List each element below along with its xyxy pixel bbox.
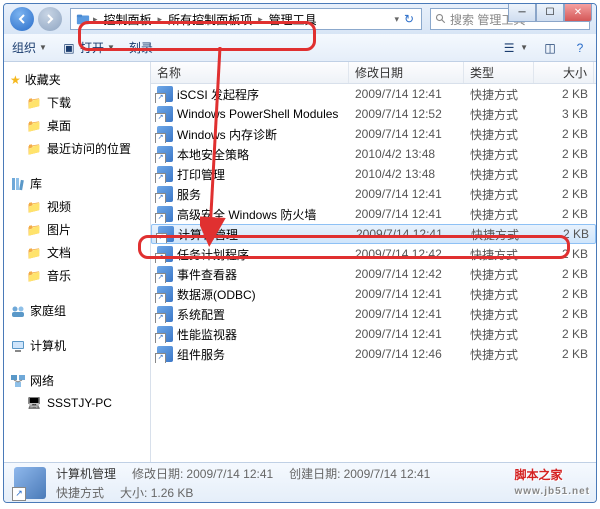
sidebar-item[interactable]: 📁视频 [8,195,146,218]
breadcrumb-item[interactable]: 管理工具 [265,10,321,29]
file-row[interactable]: 本地安全策略2010/4/2 13:48快捷方式2 KB [151,144,596,164]
watermark: 脚本之家www.jb51.net [514,456,590,497]
column-name[interactable]: 名称 [151,62,349,83]
column-date[interactable]: 修改日期 [349,62,464,83]
shortcut-icon [157,286,173,302]
libraries-header[interactable]: 库 [8,172,146,195]
window-controls: ─ ☐ ✕ [508,4,592,22]
column-headers: 名称 修改日期 类型 大小 [151,62,596,84]
view-icon: ☰ [501,40,517,56]
close-button[interactable]: ✕ [564,4,592,22]
shortcut-icon [157,186,173,202]
column-type[interactable]: 类型 [464,62,534,83]
shortcut-icon [157,146,173,162]
open-button[interactable]: ▣打开▼ [61,39,115,56]
sidebar-item[interactable]: 📁音乐 [8,264,146,287]
preview-icon: ◫ [542,40,558,56]
view-button[interactable]: ☰▼ [501,40,528,56]
file-row[interactable]: 系统配置2009/7/14 12:41快捷方式2 KB [151,304,596,324]
address-bar[interactable]: ▸ 控制面板 ▸ 所有控制面板项 ▸ 管理工具 ▾ ↻ [70,8,422,30]
selected-name: 计算机管理 [56,465,116,482]
sidebar-item[interactable]: 🖥SSSTJY-PC [8,392,146,414]
shortcut-icon [157,346,173,362]
chevron-down-icon[interactable]: ▾ [394,14,399,25]
sidebar-item[interactable]: 📁下载 [8,91,146,114]
folder-icon: 📁 [26,222,42,238]
file-row[interactable]: 性能监视器2009/7/14 12:41快捷方式2 KB [151,324,596,344]
shortcut-icon [157,126,173,142]
folder-icon: 📁 [26,141,42,157]
shortcut-icon [157,246,173,262]
folder-icon: 📁 [26,245,42,261]
shortcut-icon [157,206,173,222]
help-icon: ? [572,40,588,56]
help-button[interactable]: ? [572,40,588,56]
chevron-right-icon: ▸ [258,14,263,25]
file-row[interactable]: Windows PowerShell Modules2009/7/14 12:5… [151,104,596,124]
folder-icon: 📁 [26,118,42,134]
file-row[interactable]: 高级安全 Windows 防火墙2009/7/14 12:41快捷方式2 KB [151,204,596,224]
computer-icon [10,338,26,354]
navigation-pane: ★收藏夹 📁下载📁桌面📁最近访问的位置 库 📁视频📁图片📁文档📁音乐 家庭组 计… [4,62,151,462]
file-list[interactable]: iSCSI 发起程序2009/7/14 12:41快捷方式2 KBWindows… [151,84,596,462]
shortcut-icon [157,326,173,342]
maximize-button[interactable]: ☐ [536,4,564,22]
forward-button[interactable] [38,7,62,31]
shortcut-icon [157,106,173,122]
content-pane: 名称 修改日期 类型 大小 iSCSI 发起程序2009/7/14 12:41快… [151,62,596,462]
breadcrumb-item[interactable]: 所有控制面板项 [164,10,256,29]
details-pane: 计算机管理 修改日期: 2009/7/14 12:41 创建日期: 2009/7… [4,462,596,502]
favorites-header[interactable]: ★收藏夹 [8,68,146,91]
explorer-window: ▸ 控制面板 ▸ 所有控制面板项 ▸ 管理工具 ▾ ↻ 搜索 管理工具 ─ ☐ … [3,3,597,503]
folder-icon: 📁 [26,199,42,215]
titlebar: ▸ 控制面板 ▸ 所有控制面板项 ▸ 管理工具 ▾ ↻ 搜索 管理工具 ─ ☐ … [4,4,596,34]
shortcut-icon [157,306,173,322]
homegroup-icon [10,303,26,319]
open-icon: ▣ [61,40,77,56]
folder-icon: 📁 [26,268,42,284]
shortcut-icon [157,266,173,282]
shortcut-icon [158,226,174,242]
computer-header[interactable]: 计算机 [8,334,146,357]
folder-icon [75,11,91,27]
file-row[interactable]: 打印管理2010/4/2 13:48快捷方式2 KB [151,164,596,184]
chevron-right-icon: ▸ [158,14,163,25]
breadcrumb-item[interactable]: 控制面板 [100,10,156,29]
sidebar-item[interactable]: 📁最近访问的位置 [8,137,146,160]
file-row[interactable]: 组件服务2009/7/14 12:46快捷方式2 KB [151,344,596,364]
star-icon: ★ [10,73,21,87]
file-row[interactable]: 任务计划程序2009/7/14 12:42快捷方式2 KB [151,244,596,264]
preview-button[interactable]: ◫ [542,40,558,56]
file-row[interactable]: 计算机管理2009/7/14 12:41快捷方式2 KB [151,224,596,244]
back-button[interactable] [10,7,34,31]
shortcut-icon [157,166,173,182]
network-icon [10,373,26,389]
sidebar-item[interactable]: 📁桌面 [8,114,146,137]
folder-icon: 📁 [26,95,42,111]
refresh-icon[interactable]: ↻ [401,11,417,27]
file-row[interactable]: 事件查看器2009/7/14 12:42快捷方式2 KB [151,264,596,284]
network-header[interactable]: 网络 [8,369,146,392]
computer-icon: 🖥 [26,395,42,411]
toolbar: 组织▼ ▣打开▼ 刻录 ☰▼ ◫ ? [4,34,596,62]
search-icon [435,13,447,25]
file-row[interactable]: Windows 内存诊断2009/7/14 12:41快捷方式2 KB [151,124,596,144]
column-size[interactable]: 大小 [534,62,594,83]
sidebar-item[interactable]: 📁文档 [8,241,146,264]
library-icon [10,176,26,192]
chevron-right-icon: ▸ [93,14,98,25]
file-row[interactable]: iSCSI 发起程序2009/7/14 12:41快捷方式2 KB [151,84,596,104]
selected-type: 快捷方式 [56,484,104,501]
shortcut-icon [157,86,173,102]
minimize-button[interactable]: ─ [508,4,536,22]
homegroup-header[interactable]: 家庭组 [8,299,146,322]
file-row[interactable]: 服务2009/7/14 12:41快捷方式2 KB [151,184,596,204]
burn-button[interactable]: 刻录 [129,39,153,56]
selected-item-icon [14,467,46,499]
body: ★收藏夹 📁下载📁桌面📁最近访问的位置 库 📁视频📁图片📁文档📁音乐 家庭组 计… [4,62,596,462]
file-row[interactable]: 数据源(ODBC)2009/7/14 12:41快捷方式2 KB [151,284,596,304]
sidebar-item[interactable]: 📁图片 [8,218,146,241]
organize-button[interactable]: 组织▼ [12,39,47,56]
